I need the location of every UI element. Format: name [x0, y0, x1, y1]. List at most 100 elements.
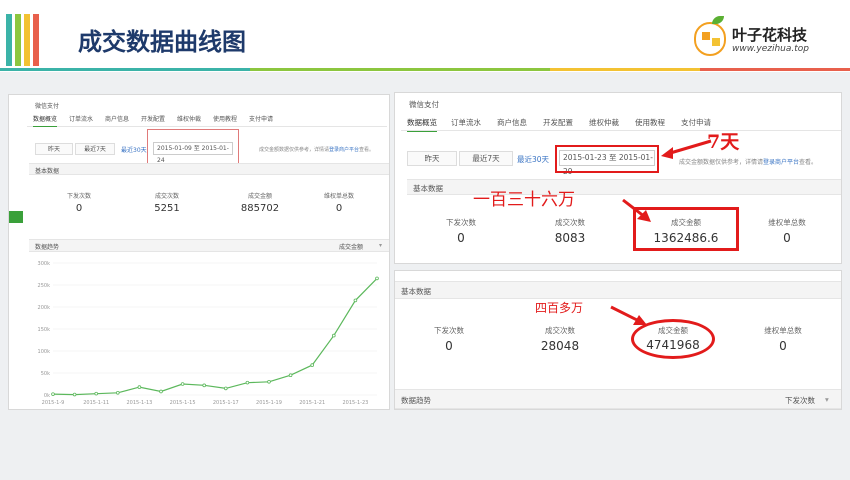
- stat-label-deals: 成交次数: [154, 193, 179, 200]
- stat-label-disputes: 维权单总数: [764, 326, 802, 335]
- logo-square-icon: [702, 32, 710, 40]
- basic-data-title: 基本数据: [413, 184, 443, 193]
- data-point: [224, 386, 228, 391]
- stat-value-disputes: 0: [783, 231, 791, 245]
- tab-bar: 数据概览 订单流水 商户信息 开发配置 维权仲裁 使用教程 支付申请: [27, 113, 387, 127]
- chevron-down-icon[interactable]: ▾: [825, 395, 829, 404]
- data-point: [116, 391, 120, 395]
- data-point: [310, 363, 315, 367]
- yesterday-button[interactable]: 昨天: [35, 143, 73, 155]
- last-30-days-button[interactable]: 最近30天: [121, 145, 147, 154]
- data-point: [51, 392, 55, 396]
- stat-value-amount: 885702: [240, 203, 280, 214]
- notice-text: 成交金额数据仅供参考，详情请登录商户平台查看。: [259, 147, 375, 153]
- stat-value-sends: 0: [445, 339, 453, 353]
- logo-icon: [694, 22, 726, 56]
- tab-dispute[interactable]: 维权仲裁: [177, 114, 201, 123]
- merchant-login-link[interactable]: 登录商户平台: [329, 147, 359, 153]
- x-tick-label: 2015-1-9: [42, 400, 65, 406]
- screenshot-panel-left: 微信支付 数据概览 订单流水 商户信息 开发配置 维权仲裁 使用教程 支付申请 …: [8, 94, 390, 410]
- chart-x-axis: 2015-1-9 2015-1-11 2015-1-13 2015-1-15 2015-…: [42, 400, 369, 406]
- stat-value-disputes: 0: [335, 203, 343, 214]
- header-divider: [250, 68, 550, 71]
- trend-header: 数据趋势 下发次数 ▾: [395, 389, 841, 409]
- tab-tutorial[interactable]: 使用教程: [213, 114, 237, 123]
- data-point: [72, 392, 77, 397]
- y-tick-label: 50k: [41, 371, 50, 377]
- data-point: [353, 298, 358, 303]
- x-tick-label: 2015-1-21: [299, 400, 325, 406]
- stat-label-deals: 成交次数: [545, 326, 575, 335]
- stat-label-amount: 成交金额: [247, 193, 272, 200]
- trend-title: 数据趋势: [401, 396, 431, 405]
- stat-value-amount: 4741968: [646, 338, 700, 352]
- y-tick-label: 0k: [44, 393, 50, 399]
- y-tick-label: 100k: [38, 349, 51, 355]
- trend-line-chart: 0k50k100k150k200k250k300k 2015-1-9 2015-1…: [38, 261, 379, 406]
- last-7-days-button[interactable]: 最近7天: [459, 151, 513, 166]
- header-stripe-yellow: [24, 14, 30, 66]
- basic-data-header: 基本数据: [395, 281, 841, 299]
- tab-orders[interactable]: 订单流水: [69, 114, 93, 123]
- x-tick-label: 2015-1-15: [170, 400, 196, 406]
- data-point: [137, 385, 142, 389]
- tab-merchant[interactable]: 商户信息: [105, 114, 129, 123]
- header-divider: [0, 68, 250, 71]
- tab-apply[interactable]: 支付申请: [249, 114, 273, 123]
- x-tick-label: 2015-1-23: [342, 400, 368, 406]
- header-stripe-teal: [6, 14, 12, 66]
- annotation-amount: 一百三十六万: [473, 190, 575, 210]
- app-title: 微信支付: [35, 103, 60, 110]
- data-point: [159, 389, 163, 394]
- highlight-box: [147, 129, 239, 167]
- highlight-box: [555, 145, 659, 173]
- logo-square-icon: [712, 38, 720, 46]
- series-line: [52, 277, 378, 396]
- y-tick-label: 150k: [38, 327, 51, 333]
- yesterday-button[interactable]: 昨天: [407, 151, 457, 166]
- trend-header: 数据趋势 成交金额 ▾: [29, 239, 389, 252]
- trend-metric-select[interactable]: 下发次数: [785, 395, 815, 406]
- merchant-login-link[interactable]: 登录商户平台: [763, 159, 799, 166]
- stat-value-deals: 8083: [554, 231, 586, 245]
- x-tick-label: 2015-1-19: [256, 400, 282, 406]
- slide-title: 成交数据曲线图: [78, 28, 246, 56]
- header-stripe-red: [33, 14, 39, 66]
- cropped-highlight-edge: [491, 263, 549, 264]
- tab-overview[interactable]: 数据概览: [407, 117, 437, 132]
- data-point: [94, 391, 98, 396]
- stat-label-amount: 成交金额: [671, 218, 701, 227]
- last-30-days-button[interactable]: 最近30天: [517, 154, 549, 165]
- x-tick-label: 2015-1-17: [213, 400, 239, 406]
- data-point: [288, 373, 293, 377]
- tab-dev-config[interactable]: 开发配置: [141, 114, 165, 123]
- stat-label-sends: 下发次数: [434, 326, 464, 335]
- tab-merchant[interactable]: 商户信息: [497, 117, 527, 128]
- tab-orders[interactable]: 订单流水: [451, 117, 481, 128]
- stat-label-sends: 下发次数: [66, 193, 91, 200]
- chevron-down-icon[interactable]: ▾: [379, 242, 382, 249]
- stat-value-sends: 0: [457, 231, 465, 245]
- arrow-icon: [661, 139, 712, 159]
- logo-name: 叶子花科技: [732, 26, 808, 44]
- screenshot-panel-right-top: 微信支付 数据概览 订单流水 商户信息 开发配置 维权仲裁 使用教程 支付申请 …: [394, 92, 842, 264]
- data-point: [267, 380, 271, 384]
- stat-label-disputes: 维权单总数: [323, 193, 354, 200]
- tab-tutorial[interactable]: 使用教程: [635, 117, 665, 128]
- trend-metric-select[interactable]: 成交金额: [339, 242, 363, 251]
- tab-dev-config[interactable]: 开发配置: [543, 117, 573, 128]
- app-title: 微信支付: [409, 100, 439, 109]
- logo-url: www.yezihua.top: [732, 44, 809, 54]
- last-7-days-button[interactable]: 最近7天: [75, 143, 115, 155]
- chart-grid: [53, 262, 377, 396]
- tab-dispute[interactable]: 维权仲裁: [589, 117, 619, 128]
- x-tick-label: 2015-1-13: [126, 400, 152, 406]
- y-tick-label: 250k: [38, 283, 51, 289]
- chart-y-axis: 0k 50k 100k 150k 200k 250k 300k: [38, 261, 51, 399]
- tab-overview[interactable]: 数据概览: [33, 114, 58, 127]
- stat-value-disputes: 0: [779, 339, 787, 353]
- stat-label-deals: 成交次数: [555, 218, 585, 227]
- header-stripe-green: [15, 14, 21, 66]
- screenshot-panel-right-bottom: 基本数据 四百多万 下发次数 0 成交次数 28048 成交金额 4741968…: [394, 270, 842, 410]
- stat-value-amount: 1362486.6: [653, 231, 719, 245]
